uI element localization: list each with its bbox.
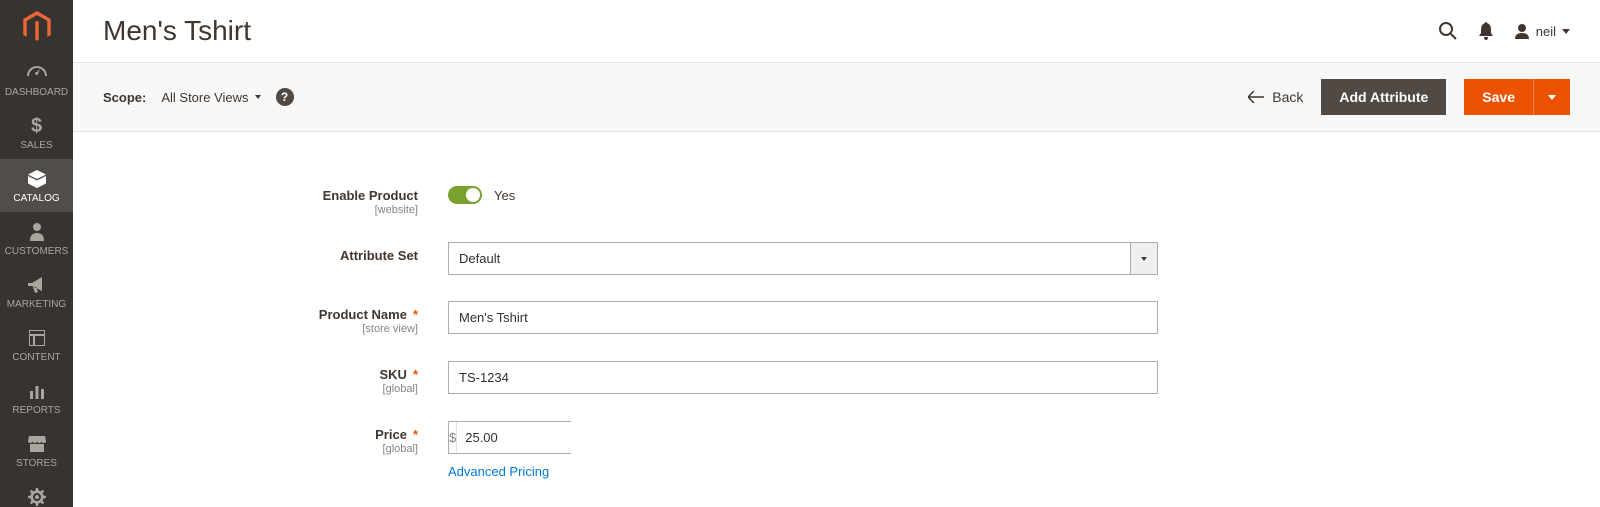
chevron-down-icon <box>255 95 261 99</box>
dollar-icon: $ <box>27 116 47 136</box>
store-icon <box>27 434 47 454</box>
save-button-group: Save <box>1464 79 1570 115</box>
cube-icon <box>27 169 47 189</box>
bell-icon[interactable] <box>1478 22 1494 40</box>
nav-label: CUSTOMERS <box>5 246 69 257</box>
save-dropdown-button[interactable] <box>1533 79 1570 115</box>
nav-label: CATALOG <box>13 193 59 204</box>
actions-right: Back Add Attribute Save <box>1248 79 1570 115</box>
attribute-set-value: Default <box>448 242 1130 275</box>
user-icon <box>1514 23 1530 39</box>
price-field: $ <box>448 421 571 454</box>
chevron-down-icon <box>1141 257 1147 261</box>
search-icon[interactable] <box>1438 21 1458 41</box>
add-attribute-button[interactable]: Add Attribute <box>1321 79 1446 115</box>
sku-row: SKU* [global] <box>103 361 1570 395</box>
actions-bar: Scope: All Store Views ? Back Add Attrib… <box>73 62 1600 132</box>
required-mark: * <box>413 307 418 322</box>
nav-marketing[interactable]: MARKETING <box>0 265 73 318</box>
scope-section: Scope: All Store Views ? <box>103 88 294 106</box>
price-label: Price* [global] <box>103 421 448 455</box>
person-icon <box>27 222 47 242</box>
nav-reports[interactable]: REPORTS <box>0 371 73 424</box>
price-input[interactable] <box>457 422 649 453</box>
main-content: Men's Tshirt neil Scope: All Store Views… <box>73 0 1600 507</box>
sku-input[interactable] <box>448 361 1158 394</box>
gear-icon <box>27 487 47 507</box>
back-button[interactable]: Back <box>1248 89 1303 105</box>
chevron-down-icon <box>1562 29 1570 34</box>
advanced-pricing-link[interactable]: Advanced Pricing <box>448 464 549 479</box>
dashboard-icon <box>27 63 47 83</box>
required-mark: * <box>413 427 418 442</box>
scope-label: Scope: <box>103 90 146 105</box>
magento-logo[interactable] <box>0 0 73 53</box>
bars-icon <box>27 381 47 401</box>
nav-label: MARKETING <box>7 299 66 310</box>
nav-label: CONTENT <box>12 352 60 363</box>
sku-label: SKU* [global] <box>103 361 448 395</box>
nav-label: STORES <box>16 458 57 469</box>
arrow-left-icon <box>1248 91 1264 103</box>
enable-product-row: Enable Product [website] Yes <box>103 182 1570 216</box>
attribute-set-select[interactable]: Default <box>448 242 1158 275</box>
nav-customers[interactable]: CUSTOMERS <box>0 212 73 265</box>
product-form: Enable Product [website] Yes Attribute S… <box>73 132 1600 479</box>
attribute-set-row: Attribute Set Default <box>103 242 1570 275</box>
attribute-set-label: Attribute Set <box>103 242 448 263</box>
back-label: Back <box>1272 89 1303 105</box>
nav-sales[interactable]: $ SALES <box>0 106 73 159</box>
enable-product-toggle[interactable] <box>448 186 482 204</box>
nav-label: DASHBOARD <box>5 87 68 98</box>
layout-icon <box>27 328 47 348</box>
enable-product-value: Yes <box>494 188 515 203</box>
user-menu[interactable]: neil <box>1514 23 1570 39</box>
nav-system[interactable] <box>0 477 73 507</box>
product-name-input[interactable] <box>448 301 1158 334</box>
currency-symbol: $ <box>449 422 457 453</box>
user-name: neil <box>1536 24 1556 39</box>
nav-catalog[interactable]: CATALOG <box>0 159 73 212</box>
nav-label: SALES <box>20 140 52 151</box>
nav-content[interactable]: CONTENT <box>0 318 73 371</box>
megaphone-icon <box>27 275 47 295</box>
attribute-set-dropdown-button[interactable] <box>1130 242 1158 275</box>
product-name-label: Product Name* [store view] <box>103 301 448 335</box>
chevron-down-icon <box>1548 95 1556 100</box>
sidebar: DASHBOARD $ SALES CATALOG CUSTOMERS MARK… <box>0 0 73 507</box>
page-header: Men's Tshirt neil <box>73 0 1600 62</box>
product-name-row: Product Name* [store view] <box>103 301 1570 335</box>
save-button[interactable]: Save <box>1464 79 1533 115</box>
scope-selector[interactable]: All Store Views <box>161 90 260 105</box>
toggle-knob <box>466 188 480 202</box>
help-icon[interactable]: ? <box>276 88 294 106</box>
enable-product-label: Enable Product [website] <box>103 182 448 216</box>
nav-label: REPORTS <box>12 405 60 416</box>
nav-dashboard[interactable]: DASHBOARD <box>0 53 73 106</box>
nav-stores[interactable]: STORES <box>0 424 73 477</box>
scope-value-text: All Store Views <box>161 90 248 105</box>
header-actions: neil <box>1438 21 1570 41</box>
price-row: Price* [global] $ Advanced Pricing <box>103 421 1570 479</box>
required-mark: * <box>413 367 418 382</box>
page-title: Men's Tshirt <box>103 15 251 47</box>
